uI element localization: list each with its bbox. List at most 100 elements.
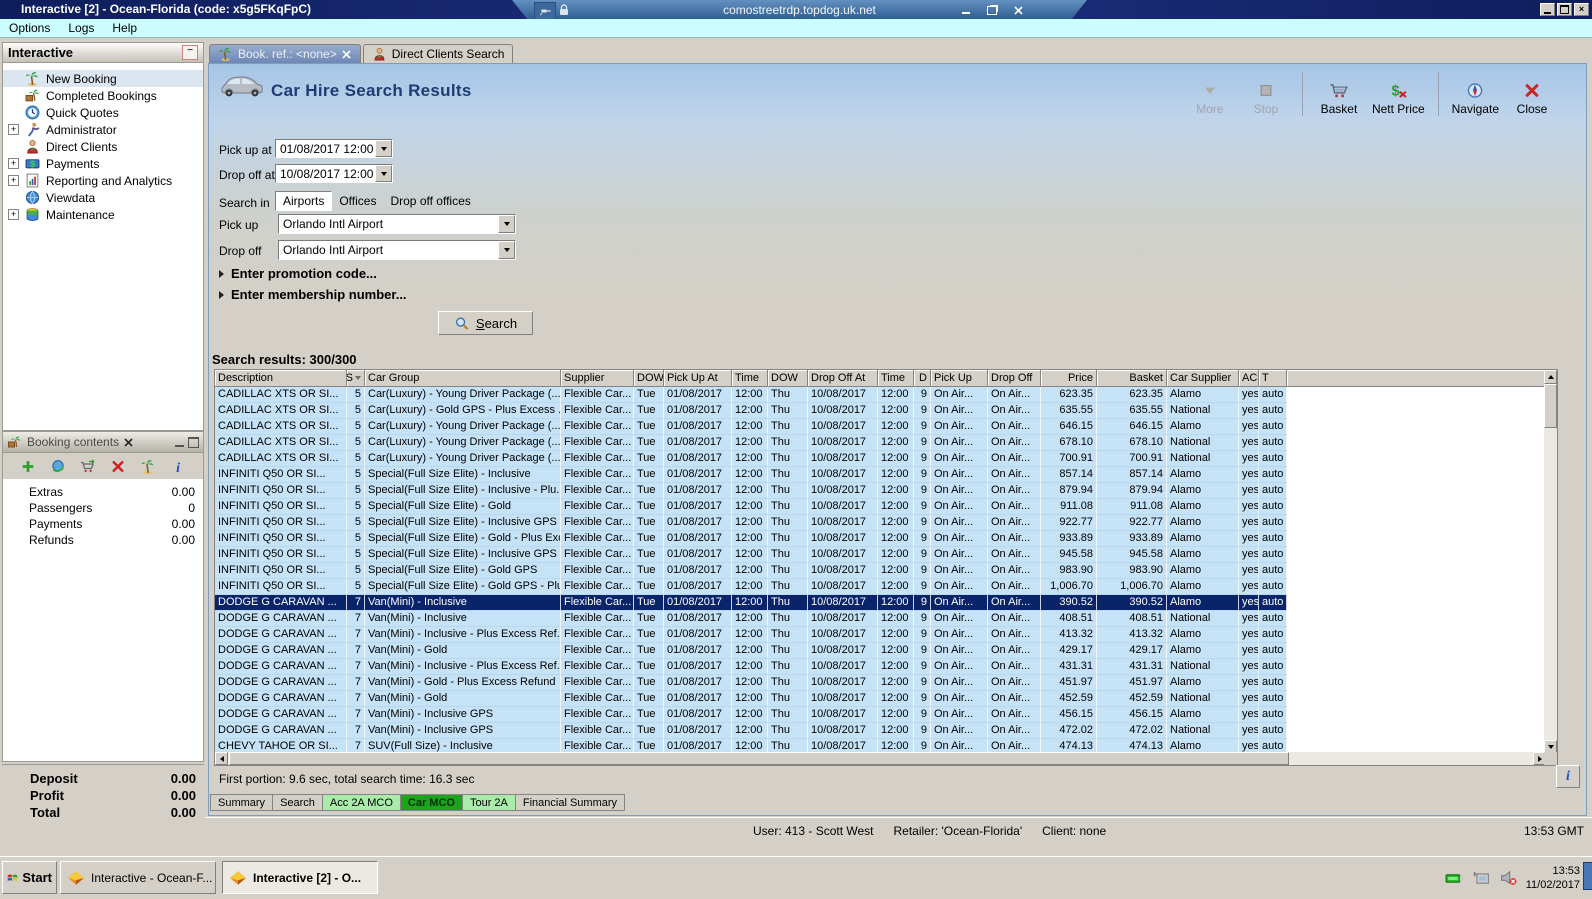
result-row[interactable]: CADILLAC XTS OR SI... 5 Car(Luxury) - Youn… xyxy=(215,419,1287,435)
info-button[interactable]: i xyxy=(170,459,186,473)
booking-contents-minimize-button[interactable] xyxy=(175,444,184,447)
sidebar-item-viewdata[interactable]: Viewdata xyxy=(3,189,203,206)
sidebar-item-payments[interactable]: + $ Payments xyxy=(3,155,203,172)
column-header-drop-off[interactable]: Drop Off xyxy=(988,370,1041,387)
result-row[interactable]: INFINITI Q50 OR SI... 5 Special(Full Size … xyxy=(215,563,1287,579)
result-row[interactable]: CADILLAC XTS OR SI... 5 Car(Luxury) - Youn… xyxy=(215,451,1287,467)
booking-contents-close-button[interactable] xyxy=(124,437,133,447)
booking-contents-maximize-button[interactable] xyxy=(188,436,199,448)
search-in-option-airports[interactable]: Airports xyxy=(275,191,333,211)
result-row[interactable]: INFINITI Q50 OR SI... 5 Special(Full Size … xyxy=(215,467,1287,483)
column-header-time[interactable]: Time xyxy=(732,370,768,387)
tab-close-button[interactable] xyxy=(342,49,352,59)
result-row[interactable]: INFINITI Q50 OR SI... 5 Special(Full Size … xyxy=(215,515,1287,531)
dropoff-at-dropdown-button[interactable] xyxy=(375,165,392,182)
bottom-tab-tour-2a[interactable]: Tour 2A xyxy=(462,794,516,811)
menu-item-options[interactable]: Options xyxy=(0,19,59,37)
sidebar-item-maintenance[interactable]: + Maintenance xyxy=(3,206,203,223)
result-row[interactable]: CADILLAC XTS OR SI... 5 Car(Luxury) - Gold… xyxy=(215,403,1287,419)
result-row[interactable]: INFINITI Q50 OR SI... 5 Special(Full Size … xyxy=(215,579,1287,595)
bottom-tab-financial-summary[interactable]: Financial Summary xyxy=(515,794,626,811)
rdp-close-button[interactable] xyxy=(1012,4,1024,16)
maximize-button[interactable] xyxy=(1557,3,1572,16)
pickup-combo[interactable]: Orlando Intl Airport xyxy=(278,214,516,234)
result-row[interactable]: DODGE G CARAVAN ... 7 Van(Mini) - Inclusiv… xyxy=(215,611,1287,627)
bottom-tab-summary[interactable]: Summary xyxy=(210,794,274,811)
column-header-description[interactable]: Description xyxy=(215,370,347,387)
column-header-car-supplier[interactable]: Car Supplier xyxy=(1167,370,1239,387)
result-row[interactable]: CADILLAC XTS OR SI... 5 Car(Luxury) - Youn… xyxy=(215,435,1287,451)
horizontal-scrollbar[interactable] xyxy=(215,752,1546,765)
taskbar-task-1[interactable]: Interactive - Ocean-F... xyxy=(60,861,216,894)
result-row[interactable]: INFINITI Q50 OR SI... 5 Special(Full Size … xyxy=(215,531,1287,547)
sidebar-item-administrator[interactable]: + Administrator xyxy=(3,121,203,138)
vertical-scroll-thumb[interactable] xyxy=(1544,384,1557,428)
sidebar-item-direct-clients[interactable]: Direct Clients xyxy=(3,138,203,155)
column-header-t[interactable]: T xyxy=(1259,370,1287,387)
bottom-tab-car-mco[interactable]: Car MCO xyxy=(400,794,463,811)
tab-book-ref-none-[interactable]: Book. ref.: <none> xyxy=(209,44,361,63)
scroll-up-button[interactable] xyxy=(1544,370,1557,384)
column-header-time[interactable]: Time xyxy=(878,370,914,387)
result-row[interactable]: DODGE G CARAVAN ... 7 Van(Mini) - Inclusiv… xyxy=(215,723,1287,739)
sidebar-item-completed-bookings[interactable]: Completed Bookings xyxy=(3,87,203,104)
palm-button[interactable] xyxy=(140,459,156,474)
display-icon[interactable] xyxy=(1472,870,1491,886)
taskbar-task-2[interactable]: Interactive [2] - O... xyxy=(222,861,378,894)
add-button[interactable] xyxy=(20,459,36,474)
volume-muted-icon[interactable] xyxy=(1499,870,1518,886)
result-row[interactable]: DODGE G CARAVAN ... 7 Van(Mini) - Inclusiv… xyxy=(215,595,1287,611)
refresh-button[interactable] xyxy=(50,459,66,474)
menu-item-help[interactable]: Help xyxy=(103,19,146,37)
info-button[interactable]: i xyxy=(1556,765,1580,788)
result-row[interactable]: DODGE G CARAVAN ... 7 Van(Mini) - Inclusiv… xyxy=(215,659,1287,675)
expand-icon[interactable]: + xyxy=(8,175,19,186)
dropoff-at-field[interactable]: 10/08/2017 12:00 xyxy=(275,164,393,183)
pickup-at-field[interactable]: 01/08/2017 12:00 xyxy=(275,139,393,158)
basket-go-button[interactable] xyxy=(80,458,96,474)
column-header-dow[interactable]: DOW xyxy=(768,370,808,387)
delete-button[interactable] xyxy=(110,459,126,474)
result-row[interactable]: DODGE G CARAVAN ... 7 Van(Mini) - Inclusiv… xyxy=(215,627,1287,643)
vertical-scrollbar[interactable] xyxy=(1544,370,1557,754)
result-row[interactable]: CADILLAC XTS OR SI... 5 Car(Luxury) - Youn… xyxy=(215,387,1287,403)
search-in-option-drop-off-offices[interactable]: Drop off offices xyxy=(383,192,477,210)
menu-item-logs[interactable]: Logs xyxy=(59,19,103,37)
column-header-pick-up-at[interactable]: Pick Up At xyxy=(664,370,732,387)
bottom-tab-search[interactable]: Search xyxy=(273,794,323,811)
column-header-supplier[interactable]: Supplier xyxy=(561,370,634,387)
pickup-at-dropdown-button[interactable] xyxy=(375,140,392,157)
column-header-car-group[interactable]: Car Group xyxy=(365,370,561,387)
column-header-drop-off-at[interactable]: Drop Off At xyxy=(808,370,878,387)
expand-icon[interactable]: + xyxy=(8,158,19,169)
promotion-code-expander[interactable]: Enter promotion code... xyxy=(219,266,377,281)
search-in-option-offices[interactable]: Offices xyxy=(332,192,383,210)
result-row[interactable]: INFINITI Q50 OR SI... 5 Special(Full Size … xyxy=(215,483,1287,499)
close-button[interactable]: × xyxy=(1574,3,1589,16)
pickup-dropdown-button[interactable] xyxy=(498,215,515,233)
network-icon[interactable] xyxy=(1445,870,1464,886)
column-header-price[interactable]: Price xyxy=(1041,370,1097,387)
result-row[interactable]: DODGE G CARAVAN ... 7 Van(Mini) - Gold Flex… xyxy=(215,643,1287,659)
sidebar-item-reporting-and-analytics[interactable]: + Reporting and Analytics xyxy=(3,172,203,189)
nett-price-button[interactable]: $ Nett Price xyxy=(1367,70,1430,118)
search-button[interactable]: Search xyxy=(438,311,533,335)
dropoff-dropdown-button[interactable] xyxy=(498,241,515,259)
result-row[interactable]: DODGE G CARAVAN ... 7 Van(Mini) - Gold Flex… xyxy=(215,691,1287,707)
minimize-button[interactable] xyxy=(1540,3,1555,16)
scroll-left-button[interactable] xyxy=(215,752,228,765)
rdp-restore-button[interactable] xyxy=(986,4,998,16)
column-header-dow[interactable]: DOW xyxy=(634,370,664,387)
sidebar-collapse-button[interactable]: − xyxy=(182,45,198,60)
result-row[interactable]: DODGE G CARAVAN ... 7 Van(Mini) - Inclusiv… xyxy=(215,707,1287,723)
dropoff-combo[interactable]: Orlando Intl Airport xyxy=(278,240,516,260)
column-header-s[interactable]: S xyxy=(347,370,365,387)
horizontal-scroll-thumb[interactable] xyxy=(229,752,1289,765)
basket-button[interactable]: Basket xyxy=(1311,70,1367,118)
expand-icon[interactable]: + xyxy=(8,209,19,220)
bottom-tab-acc-2a-mco[interactable]: Acc 2A MCO xyxy=(322,794,401,811)
result-row[interactable]: INFINITI Q50 OR SI... 5 Special(Full Size … xyxy=(215,547,1287,563)
close-button[interactable]: Close xyxy=(1504,70,1560,118)
result-row[interactable]: INFINITI Q50 OR SI... 5 Special(Full Size … xyxy=(215,499,1287,515)
column-header-pick-up[interactable]: Pick Up xyxy=(931,370,988,387)
